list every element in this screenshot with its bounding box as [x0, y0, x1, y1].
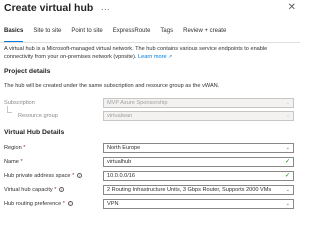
external-link-icon[interactable]: ↗ [168, 54, 172, 60]
chevron-down-icon: ⌄ [285, 187, 290, 193]
required-marker: * [72, 172, 75, 179]
resource-group-value: virtualwan [107, 113, 133, 119]
region-row: Region * North Europe ⌄ [4, 143, 296, 153]
tab-point-to-site[interactable]: Point to site [71, 28, 102, 42]
capacity-label: Virtual hub capacity * i [4, 186, 65, 193]
required-marker: * [62, 200, 65, 207]
intro-text: A virtual hub is a Microsoft-managed vir… [4, 46, 268, 60]
close-icon[interactable]: ✕ [288, 2, 296, 13]
tab-tags[interactable]: Tags [160, 28, 173, 42]
capacity-dropdown[interactable]: 2 Routing Infrastructure Units, 3 Gbps R… [103, 185, 294, 195]
region-label: Region * [4, 144, 26, 151]
name-input[interactable]: virtualhub ✓ [103, 157, 294, 167]
tab-basics[interactable]: Basics [4, 28, 24, 42]
address-space-label: Hub private address space * i [4, 172, 82, 179]
info-icon[interactable]: i [76, 172, 82, 178]
name-label: Name * [4, 158, 23, 165]
address-space-input[interactable]: 10.0.0.0/16 ✓ [103, 171, 294, 181]
learn-more-link[interactable]: Learn more [138, 54, 167, 60]
name-row: Name * virtualhub ✓ [4, 157, 296, 167]
subscription-dropdown: MVP Azure Sponsorship ⌄ [103, 98, 294, 108]
check-icon: ✓ [284, 159, 290, 165]
check-icon: ✓ [284, 173, 290, 179]
routing-preference-dropdown[interactable]: VPN ⌄ [103, 199, 294, 209]
resource-group-dropdown: virtualwan ⌄ [103, 111, 294, 121]
title-bar: Create virtual hub ... ✕ [4, 2, 296, 18]
required-marker: * [23, 144, 26, 151]
routing-preference-label: Hub routing preference * i [4, 200, 73, 207]
page-title: Create virtual hub [4, 2, 94, 14]
project-details-heading: Project details [4, 68, 51, 75]
info-icon[interactable]: i [59, 186, 65, 192]
subscription-value: MVP Azure Sponsorship [107, 100, 168, 106]
region-dropdown[interactable]: North Europe ⌄ [103, 143, 294, 153]
intro-description: A virtual hub is a Microsoft-managed vir… [4, 46, 296, 61]
capacity-value: 2 Routing Infrastructure Units, 3 Gbps R… [107, 187, 272, 193]
chevron-down-icon: ⌄ [285, 113, 290, 119]
chevron-down-icon: ⌄ [285, 100, 290, 106]
required-marker: * [20, 158, 23, 165]
resource-group-row: Resource group virtualwan ⌄ [4, 111, 296, 121]
hub-details-heading: Virtual Hub Details [4, 129, 65, 136]
more-options-icon[interactable]: ... [101, 2, 110, 12]
routing-preference-row: Hub routing preference * i VPN ⌄ [4, 199, 296, 209]
required-marker: * [54, 186, 57, 193]
tabs-divider [0, 42, 300, 43]
chevron-down-icon: ⌄ [285, 201, 290, 207]
tab-expressroute[interactable]: ExpressRoute [113, 28, 151, 42]
tab-site-to-site[interactable]: Site to site [33, 28, 61, 42]
routing-preference-value: VPN [107, 201, 119, 207]
project-details-description: The hub will be created under the same s… [4, 83, 220, 89]
address-space-row: Hub private address space * i 10.0.0.0/1… [4, 171, 296, 181]
wizard-tabs: Basics Site to site Point to site Expres… [4, 28, 236, 42]
subscription-row: Subscription MVP Azure Sponsorship ⌄ [4, 98, 296, 108]
subscription-label: Subscription [4, 99, 35, 106]
region-value: North Europe [107, 145, 141, 151]
capacity-row: Virtual hub capacity * i 2 Routing Infra… [4, 185, 296, 195]
tab-review-create[interactable]: Review + create [183, 28, 226, 42]
info-icon[interactable]: i [67, 200, 73, 206]
address-space-value: 10.0.0.0/16 [107, 173, 135, 179]
resource-group-label: Resource group [18, 112, 58, 119]
chevron-down-icon: ⌄ [285, 145, 290, 151]
name-value: virtualhub [107, 159, 132, 165]
